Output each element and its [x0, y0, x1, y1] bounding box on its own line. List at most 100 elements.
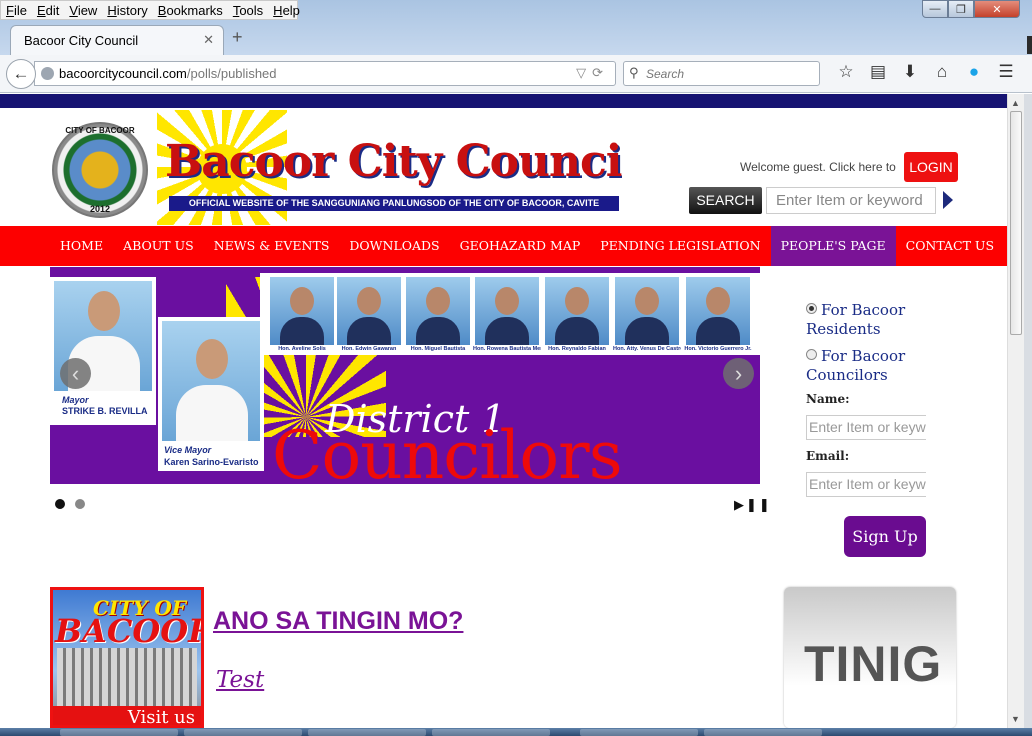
menu-history[interactable]: History [102, 1, 152, 19]
browser-search-placeholder: Search [646, 67, 685, 81]
city-ad-line2: BACOOR [55, 612, 204, 650]
councilor-name: Hon. Aveline Solis [278, 346, 326, 352]
name-input[interactable]: Enter Item or keyword [806, 415, 926, 440]
slider-dot-2[interactable] [75, 499, 85, 509]
reload-icon[interactable]: ▽⟳ [576, 65, 609, 81]
url-bar[interactable]: bacoorcitycouncil.com/polls/published ▽⟳ [34, 61, 616, 86]
mayor-role: Mayor [62, 395, 89, 405]
tab-title: Bacoor City Council [24, 33, 139, 48]
menu-view[interactable]: View [64, 1, 102, 19]
skype-icon[interactable]: ● [958, 62, 990, 82]
mayor-name: STRIKE B. REVILLA [62, 406, 148, 416]
site-search-input[interactable]: Enter Item or keyword [766, 187, 936, 214]
scrollbar-thumb[interactable] [1010, 111, 1022, 335]
top-stripe [0, 94, 1007, 108]
taskbar-button[interactable] [308, 729, 426, 736]
taskbar-button[interactable] [60, 729, 178, 736]
reading-list-icon[interactable]: ▤ [862, 62, 894, 82]
city-of-bacoor-ad[interactable]: CITY OF BACOOR Visit us [50, 587, 204, 728]
mayor-card: Mayor STRIKE B. REVILLA [50, 277, 156, 425]
slider-prev-icon[interactable]: ‹ [60, 358, 91, 389]
window-edge [1027, 36, 1032, 54]
toolbar-icons: ☆ ▤ ⬇ ⌂ ● ☰ [830, 62, 1022, 82]
bookmark-star-icon[interactable]: ☆ [830, 62, 862, 82]
councilor-name: Hon. Miguel Bautista [410, 346, 466, 352]
vice-mayor-photo [162, 321, 260, 441]
slider-dot-1[interactable] [55, 499, 65, 509]
nav-contact-us[interactable]: CONTACT US [896, 226, 1004, 266]
tab-bacoor-city-council[interactable]: Bacoor City Council ✕ [10, 25, 224, 55]
seal-year: 2012 [89, 204, 111, 214]
sign-up-button[interactable]: Sign Up [844, 516, 926, 557]
menu-edit[interactable]: Edit [32, 1, 64, 19]
vice-mayor-face [196, 339, 228, 379]
radio-councilors-line1: For Bacoor [821, 347, 906, 365]
login-button[interactable]: LOGIN [904, 152, 958, 182]
tinig-label: TINIG [804, 636, 943, 692]
nav-news-events[interactable]: NEWS & EVENTS [204, 226, 340, 266]
nav-pending-legislation[interactable]: PENDING LEGISLATION [590, 226, 770, 266]
councilor-photo [270, 277, 334, 345]
tinig-banner[interactable]: TINIG [784, 587, 956, 728]
taskbar-button[interactable] [184, 729, 302, 736]
os-taskbar [0, 728, 1032, 736]
visit-us-label: Visit us [53, 706, 201, 725]
search-go-icon[interactable] [943, 191, 953, 209]
nav-peoples-page[interactable]: PEOPLE'S PAGE [770, 226, 896, 266]
nav-downloads[interactable]: DOWNLOADS [339, 226, 449, 266]
nav-about-us[interactable]: ABOUT US [113, 226, 204, 266]
maximize-icon[interactable]: ❐ [948, 0, 974, 18]
site-banner[interactable]: Bacoor City Council OFFICIAL WEBSITE OF … [157, 110, 622, 225]
radio-councilors[interactable]: For Bacoor Councilors [806, 347, 905, 385]
search-icon: ⚲ [629, 65, 639, 80]
browser-search-input[interactable]: ⚲ Search [623, 61, 820, 86]
councilor-photo [615, 277, 679, 345]
poll-test-link[interactable]: Test [216, 667, 264, 693]
page-viewport: CITY OF BACOOR 2012 Bacoor City Council … [0, 94, 1007, 728]
radio-residents-line1: For Bacoor [821, 301, 906, 319]
radio-unselected-icon[interactable] [806, 349, 817, 360]
taskbar-button[interactable] [432, 729, 550, 736]
email-input[interactable]: Enter Item or keyword [806, 472, 926, 497]
councilor-name: Hon. Rowena Bautista Mendiola [473, 346, 541, 352]
download-icon[interactable]: ⬇ [894, 62, 926, 82]
nav-geohazard-map[interactable]: GEOHAZARD MAP [450, 226, 591, 266]
site-search-button[interactable]: SEARCH [689, 187, 762, 214]
menu-bookmarks[interactable]: Bookmarks [153, 1, 228, 19]
vice-mayor-name: Karen Sarino-Evaristo [164, 457, 259, 467]
menu-icon[interactable]: ☰ [990, 62, 1022, 82]
poll-heading-link[interactable]: ANO SA TINGIN MO? [213, 607, 463, 636]
vice-mayor-card: Vice Mayor Karen Sarino-Evaristo [158, 317, 264, 471]
vice-mayor-shirt [176, 385, 248, 441]
menu-file[interactable]: File [1, 1, 32, 19]
radio-residents[interactable]: For Bacoor Residents [806, 301, 905, 339]
taskbar-button[interactable] [580, 729, 698, 736]
close-tab-icon[interactable]: ✕ [203, 32, 214, 48]
menu-bar: File Edit View History Bookmarks Tools H… [0, 0, 300, 20]
menu-tools[interactable]: Tools [228, 1, 268, 19]
menu-help[interactable]: Help [268, 1, 305, 19]
vertical-scrollbar[interactable]: ▲ ▼ [1007, 94, 1024, 728]
mayor-face [88, 291, 120, 331]
url-domain: bacoorcitycouncil.com [59, 66, 187, 81]
close-window-icon[interactable]: ✕ [974, 0, 1020, 18]
radio-selected-icon[interactable] [806, 303, 817, 314]
councilor-name: Hon. Reynaldo Fabian [548, 346, 606, 352]
home-icon[interactable]: ⌂ [926, 62, 958, 82]
window-controls: — ❐ ✕ [922, 0, 1020, 18]
new-tab-icon[interactable]: + [232, 27, 243, 48]
email-label: Email: [806, 449, 850, 463]
slider-play-pause-icon[interactable]: ▶❚❚ [734, 497, 772, 513]
councilor-photo [686, 277, 750, 345]
scroll-up-icon[interactable]: ▲ [1011, 98, 1020, 108]
slider-next-icon[interactable]: › [723, 358, 754, 389]
nav-home[interactable]: HOME [50, 226, 113, 266]
image-slider[interactable]: Mayor STRIKE B. REVILLA Vice Mayor Karen… [50, 267, 760, 484]
councilor-name: Hon. Victorio Guerrero Jr. [684, 346, 752, 352]
taskbar-button[interactable] [704, 729, 822, 736]
scroll-down-icon[interactable]: ▼ [1011, 714, 1020, 724]
back-button-icon[interactable]: ← [6, 59, 36, 89]
site-identity-icon[interactable] [41, 67, 54, 80]
site-title: Bacoor City Council [165, 136, 622, 187]
minimize-icon[interactable]: — [922, 0, 948, 18]
